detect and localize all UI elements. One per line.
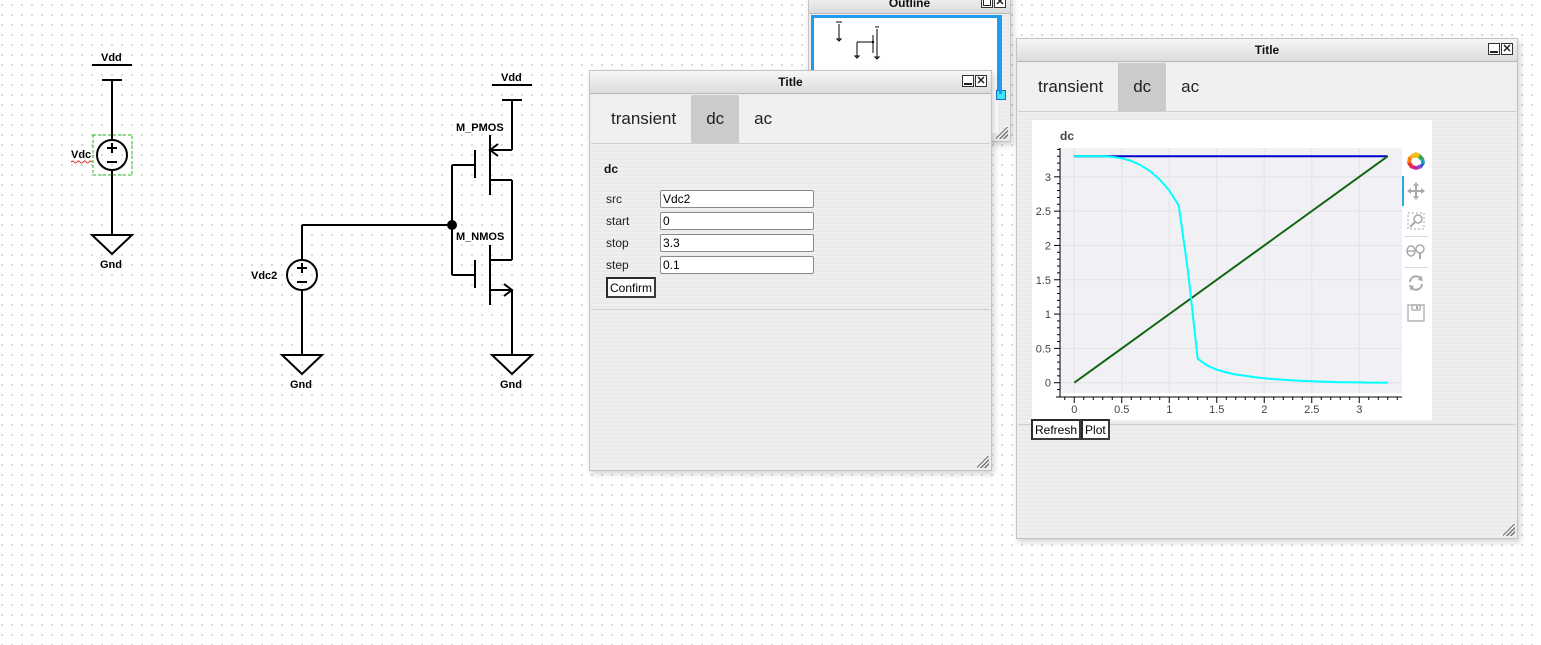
close-icon[interactable]: ✕	[1501, 43, 1513, 55]
save-icon[interactable]	[1404, 298, 1428, 328]
outline-title: Outline	[888, 0, 931, 10]
dc-chart[interactable]: dc 0 0.5 1 1.5 2 2.5 3 0 0.5 1 1.5 2 2.5 3	[1032, 120, 1404, 420]
vdd-symbol-1[interactable]	[92, 64, 132, 139]
plot-analysis-tabs: transient dc ac	[1018, 63, 1516, 112]
pmos-transistor[interactable]	[452, 135, 512, 195]
vdd-label-1: Vdd	[101, 52, 122, 64]
plot-button[interactable]: Plot	[1081, 419, 1110, 440]
y-tick-label: 2.5	[1036, 206, 1051, 218]
gnd-label-2: Gnd	[290, 379, 312, 391]
plot-window: Title ✕ transient dc ac dc 0 0.5 1 1.5 2 2.5 3 0…	[1016, 38, 1518, 539]
stop-label: stop	[606, 236, 629, 250]
gnd-label-3: Gnd	[500, 379, 522, 391]
form-heading: dc	[604, 162, 619, 176]
gnd-label-1: Gnd	[100, 259, 122, 271]
ground-symbol-3[interactable]	[489, 354, 535, 376]
dc-settings-window: Title ✕ transient dc ac dc src start sto…	[589, 70, 992, 471]
chart-toolbar	[1402, 146, 1428, 328]
vdc-label-1: Vdc	[71, 149, 91, 161]
x-tick-label: 2.5	[1304, 404, 1319, 416]
x-tick-label: 0.5	[1114, 404, 1129, 416]
refresh-button[interactable]: Refresh	[1031, 419, 1082, 440]
chart-title: dc	[1060, 129, 1074, 143]
dc-window-title-bar[interactable]: Title ✕	[590, 71, 991, 94]
analysis-tabs: transient dc ac	[591, 95, 990, 144]
reset-icon[interactable]	[1404, 267, 1428, 298]
tab-dc[interactable]: dc	[691, 95, 740, 143]
vdc-source-1[interactable]	[92, 134, 133, 235]
ground-symbol-1[interactable]	[89, 234, 135, 256]
tab-ac[interactable]: ac	[739, 95, 787, 143]
step-input[interactable]	[660, 256, 814, 274]
tab-dc[interactable]: dc	[1118, 63, 1167, 111]
src-row: src	[591, 188, 990, 210]
nmos-transistor[interactable]	[452, 245, 514, 355]
start-row: start	[591, 210, 990, 232]
x-tick-label: 3	[1356, 404, 1362, 416]
start-input[interactable]	[660, 212, 814, 230]
y-tick-label: 1.5	[1036, 275, 1051, 287]
y-tick-label: 0.5	[1036, 343, 1051, 355]
minimize-icon[interactable]	[1488, 43, 1500, 55]
junction-dot	[447, 220, 457, 230]
maximize-icon[interactable]	[981, 0, 993, 8]
y-tick-label: 3	[1045, 172, 1051, 184]
vdc2-label: Vdc2	[251, 270, 277, 282]
confirm-button[interactable]: Confirm	[606, 277, 657, 298]
bokeh-logo-icon[interactable]	[1404, 146, 1428, 176]
chart-container: dc 0 0.5 1 1.5 2 2.5 3 0 0.5 1 1.5 2 2.5 3	[1032, 120, 1432, 420]
plot-panel: dc 0 0.5 1 1.5 2 2.5 3 0 0.5 1 1.5 2 2.5 3	[1018, 112, 1516, 440]
dc-window-resize-handle[interactable]	[977, 456, 989, 468]
vdd-label-2: Vdd	[501, 72, 522, 84]
pan-icon[interactable]	[1402, 176, 1428, 206]
plot-window-resize-handle[interactable]	[1503, 524, 1515, 536]
tab-ac[interactable]: ac	[1166, 63, 1214, 111]
minimize-icon[interactable]	[962, 75, 974, 87]
stop-input[interactable]	[660, 234, 814, 252]
vdd-symbol-2[interactable]	[492, 84, 532, 150]
y-tick-label: 0	[1045, 378, 1051, 390]
step-label: step	[606, 258, 629, 272]
spellcheck-underline	[70, 160, 93, 164]
output-wire	[302, 165, 513, 275]
wheel-zoom-icon[interactable]	[1404, 236, 1428, 267]
step-row: step	[591, 254, 990, 276]
outline-title-bar[interactable]: Outline ✕	[809, 0, 1010, 14]
vdc-source-2[interactable]	[286, 225, 318, 355]
src-label: src	[606, 192, 622, 206]
start-label: start	[606, 214, 630, 228]
plot-window-title: Title	[1254, 43, 1280, 57]
close-icon[interactable]: ✕	[975, 75, 987, 87]
x-tick-label: 1	[1166, 404, 1172, 416]
tab-transient[interactable]: transient	[1023, 63, 1118, 111]
nmos-label: M_NMOS	[456, 231, 504, 243]
dc-window-title: Title	[778, 75, 803, 89]
dc-form-panel: dc src start stop step Confirm	[591, 144, 990, 310]
plot-window-title-bar[interactable]: Title ✕	[1017, 39, 1517, 62]
outline-resize-handle[interactable]	[996, 127, 1008, 139]
x-tick-label: 0	[1071, 404, 1077, 416]
ground-symbol-2[interactable]	[279, 354, 325, 376]
y-tick-label: 2	[1045, 240, 1051, 252]
stop-row: stop	[591, 232, 990, 254]
x-tick-label: 2	[1261, 404, 1267, 416]
box-zoom-icon[interactable]	[1404, 206, 1428, 236]
y-tick-label: 1	[1045, 309, 1051, 321]
tab-transient[interactable]: transient	[596, 95, 691, 143]
pmos-label: M_PMOS	[456, 122, 504, 134]
src-input[interactable]	[660, 190, 814, 208]
x-tick-label: 1.5	[1209, 404, 1224, 416]
close-icon[interactable]: ✕	[994, 0, 1006, 8]
